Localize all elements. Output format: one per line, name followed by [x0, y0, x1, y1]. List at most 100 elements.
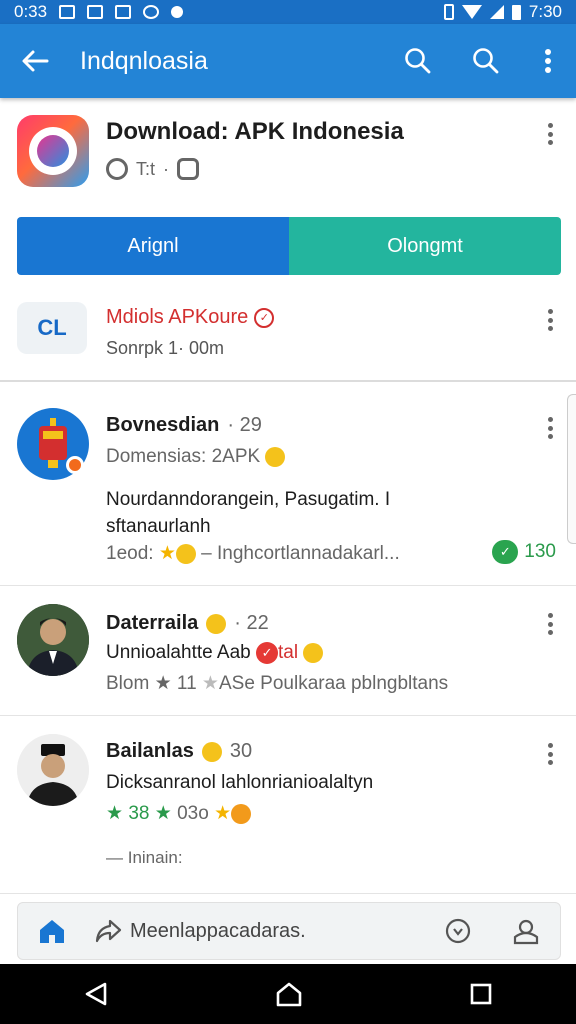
bottom-bar-label[interactable]: Meenlappacadaras. — [130, 920, 424, 943]
item-line: Dicksanranol lahlonrianioalaltyn — [106, 772, 374, 793]
separator-dot: · — [163, 158, 170, 179]
item-footer: 1eod: ★ – Inghcortlannadakarl... — [106, 542, 400, 565]
list-item[interactable]: Bovnesdian · 29 Domensias: 2APK Nourdann… — [0, 390, 576, 586]
like-count[interactable]: ✓ 130 — [492, 540, 556, 564]
author-count: 30 — [229, 740, 253, 762]
status-time-left: 0:33 — [14, 2, 48, 21]
app-meta: T:t · — [106, 158, 200, 180]
footer-text: Blom — [106, 673, 155, 694]
publisher-subtitle: Sonrpk 1· 00m — [106, 338, 225, 358]
item-author: Daterraila · 22 — [106, 612, 269, 635]
secondary-button[interactable]: Olongmt — [289, 217, 561, 275]
nav-recents-icon[interactable] — [469, 982, 493, 1006]
footer-text-3: ASe Poulkaraa pblngbltans — [218, 673, 449, 694]
publisher-row[interactable]: CL Mdiols APKoure ✓ Sonrpk 1· 00m — [0, 290, 576, 382]
author-name: Bailanlas — [106, 740, 194, 762]
bottom-bar: Meenlappacadaras. — [17, 902, 561, 960]
item-subline: Domensias: 2APK — [106, 446, 286, 468]
line-text: Unnioalahtte Aab — [106, 642, 251, 664]
app-meta-text: T:t — [136, 158, 156, 179]
list-item[interactable]: Bailanlas 30 Dicksanranol lahlonrianioal… — [0, 716, 576, 894]
nav-back-icon[interactable] — [83, 981, 109, 1007]
footer-text-2: 11 — [176, 673, 202, 694]
item-body: Nourdanndorangein, Pasugatim. I sftanaur… — [106, 489, 391, 537]
app-icon — [17, 115, 89, 187]
arrow-left-icon — [22, 50, 49, 72]
star-icon: ★ — [201, 673, 219, 694]
star-icon: ★ — [154, 803, 172, 824]
info-icon — [445, 918, 471, 944]
search-icon — [473, 48, 499, 74]
publisher-more-button[interactable] — [540, 306, 560, 334]
search-icon — [405, 48, 431, 74]
person-photo — [17, 734, 89, 806]
avatar-badge — [66, 456, 84, 474]
more-vert-icon — [545, 49, 551, 73]
chat-bubble-icon: ✓ — [492, 540, 519, 564]
item-more-button[interactable] — [540, 740, 560, 768]
app-header: Download: APK Indonesia T:t · — [0, 98, 576, 208]
scroll-indicator — [567, 394, 576, 544]
star-icon: ★ — [106, 803, 124, 824]
avatar — [17, 604, 89, 676]
item-tail: — Ininain: — [106, 848, 183, 867]
content-rating-icon — [177, 158, 200, 180]
publisher-name-text: Mdiols APKoure — [106, 306, 249, 328]
smile-emoji-icon — [303, 643, 324, 663]
star-icon: ★ — [158, 543, 176, 564]
star-icon: ★ — [214, 803, 232, 824]
item-line: Unnioalahtte Aab ✓ tal — [106, 642, 324, 664]
author-count: · 22 — [234, 612, 269, 634]
home-button[interactable] — [18, 918, 86, 944]
footer-text: 1eod: — [106, 543, 159, 564]
author-count: · 29 — [227, 414, 262, 436]
search-button[interactable] — [384, 24, 452, 98]
publisher-name: Mdiols APKoure ✓ — [106, 306, 275, 329]
primary-button[interactable]: Arignl — [17, 217, 289, 275]
overflow-menu-button[interactable] — [520, 24, 576, 98]
rating-2: 03o — [177, 803, 209, 824]
notification-icon — [59, 5, 76, 19]
system-nav-bar — [0, 964, 576, 1024]
emoji-icon — [206, 613, 227, 634]
share-button[interactable] — [86, 918, 130, 944]
subline-text: Domensias: 2APK — [106, 446, 261, 467]
app-bar: Indqnloasia — [0, 24, 576, 98]
emoji-icon — [231, 803, 252, 824]
signal-icon — [489, 5, 504, 19]
nav-home-icon[interactable] — [275, 981, 303, 1007]
telegram-icon — [143, 5, 160, 19]
item-rating: ★ 38 ★ 03o ★ — [106, 802, 252, 825]
profile-button[interactable] — [492, 917, 560, 945]
home-icon — [40, 920, 64, 943]
action-buttons: Arignl Olongmt — [17, 217, 561, 275]
emoji-icon — [201, 741, 222, 762]
rating-1: 38 — [128, 803, 150, 824]
search-button-2[interactable] — [452, 24, 520, 98]
info-button[interactable] — [424, 917, 492, 945]
item-more-button[interactable] — [540, 610, 560, 638]
notification-icon — [115, 5, 132, 19]
footer-text-2: – Inghcortlannadakarl... — [201, 543, 400, 564]
back-button[interactable] — [0, 24, 70, 98]
person-photo — [17, 604, 89, 676]
battery-icon — [511, 4, 521, 20]
item-author: Bailanlas 30 — [106, 740, 252, 763]
verified-icon: ✓ — [254, 307, 275, 328]
status-bar: 0:33 7:30 — [0, 0, 576, 24]
avatar — [17, 734, 89, 806]
share-icon — [95, 919, 122, 943]
publisher-logo: CL — [17, 302, 87, 354]
app-name: Download: APK Indonesia — [106, 118, 404, 145]
vibrate-icon — [443, 4, 454, 20]
notification-icon — [87, 5, 104, 19]
item-more-button[interactable] — [540, 414, 560, 442]
item-footer: Blom ★ 11 ★ASe Poulkaraa pblngbltans — [106, 672, 448, 695]
app-header-more-button[interactable] — [540, 120, 560, 148]
app-bar-title: Indqnloasia — [80, 46, 208, 75]
list-item[interactable]: Daterraila · 22 Unnioalahtte Aab ✓ tal Bl… — [0, 586, 576, 716]
profile-icon — [513, 919, 539, 945]
check-heart-icon: ✓ — [256, 642, 279, 664]
wifi-icon — [461, 5, 482, 19]
line-tail: tal — [278, 642, 299, 664]
